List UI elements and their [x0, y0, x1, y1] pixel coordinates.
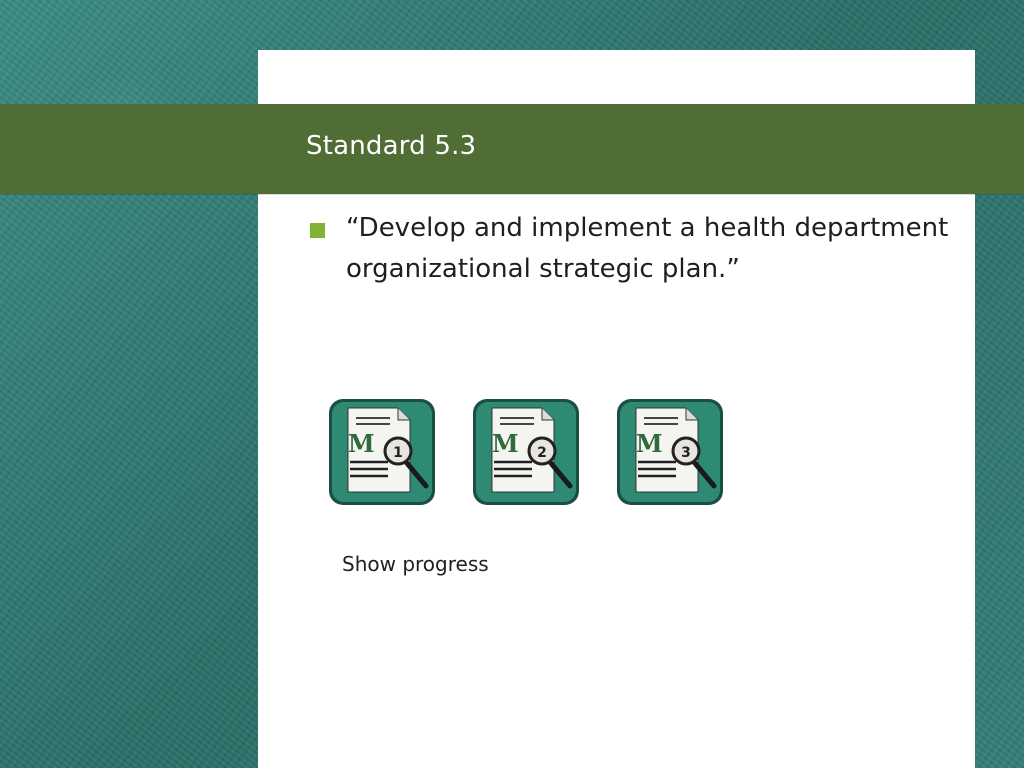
icon-letter: M: [636, 429, 663, 458]
show-progress-caption: Show progress: [342, 552, 489, 576]
title-bar: [0, 104, 1024, 194]
slide-title: Standard 5.3: [306, 131, 477, 161]
icon-number: 3: [681, 445, 691, 461]
icon-number: 1: [393, 445, 403, 461]
document-magnifier-icon-1[interactable]: M 1: [326, 396, 438, 508]
icon-number: 2: [537, 445, 547, 461]
document-magnifier-icon-3[interactable]: M 3: [614, 396, 726, 508]
bullet-text: “Develop and implement a health departme…: [346, 213, 949, 284]
bullet-marker: [310, 223, 325, 238]
document-magnifier-icon-2[interactable]: M 2: [470, 396, 582, 508]
icon-letter: M: [492, 429, 519, 458]
icon-letter: M: [348, 429, 375, 458]
